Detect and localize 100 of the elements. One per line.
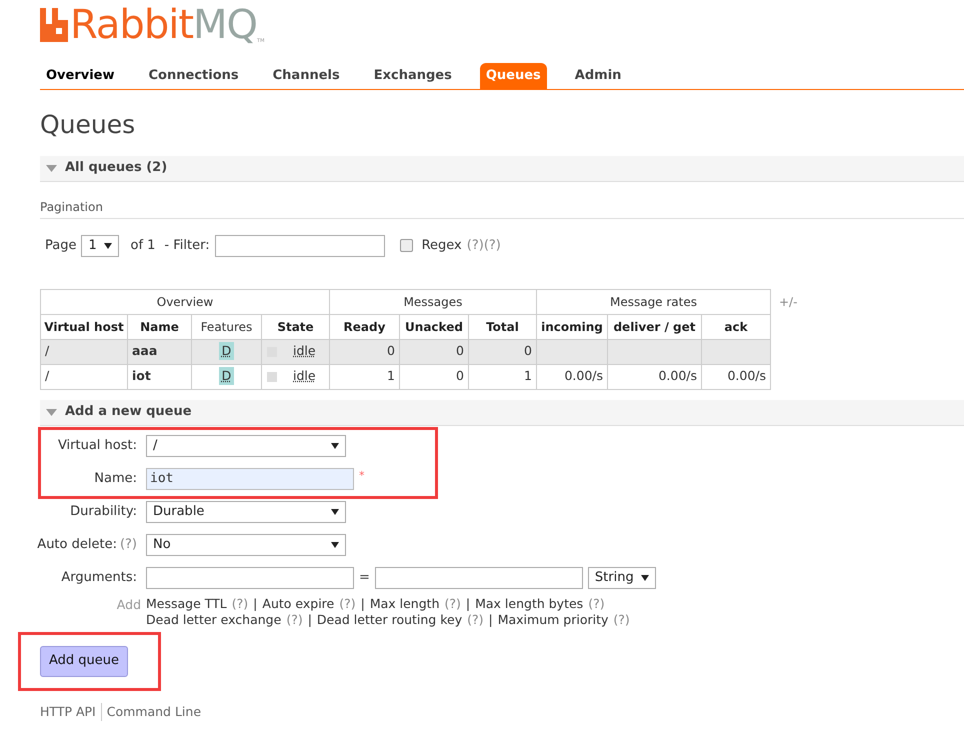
collapse-triangle-icon [46,164,57,172]
table-cell: 0 [400,364,468,389]
required-mark: * [359,468,364,484]
add-label: Add [116,596,141,614]
help-link[interactable]: (?) [484,236,501,256]
help-link[interactable]: (?) [339,596,356,612]
help-link[interactable]: (?) [466,236,484,256]
field-label: Arguments: [61,569,137,588]
collapse-triangle-icon [46,408,57,416]
column-header: Features [192,314,262,339]
help-link[interactable]: (?) [467,612,484,628]
help-link[interactable]: (?) [613,612,630,628]
separator: | [253,596,258,612]
column-header: Virtual host [40,314,128,339]
caret-icon [331,542,339,548]
argument-link[interactable]: Dead letter routing key [316,612,462,628]
help-link[interactable]: (?) [588,596,605,612]
queue-name[interactable]: aaa [128,339,192,364]
separator: | [466,596,470,612]
column-group-header: Overview [40,289,330,314]
help-link[interactable]: (?) [232,596,248,612]
page-select[interactable]: 1 [81,234,120,256]
column-group-header: Messages [330,289,536,314]
column-header: incoming [536,314,608,339]
nav-tab[interactable]: Channels [266,63,346,89]
table-cell: 1 [468,364,536,389]
field-label: Name: [94,470,137,488]
help-link[interactable]: (?) [286,612,303,628]
filter-input[interactable] [214,234,385,256]
argument-link[interactable]: Message TTL [146,596,227,612]
section-header[interactable]: Add a new queue [40,400,964,426]
column-header: Name [128,314,192,339]
argument-link[interactable]: Max length [370,596,440,612]
dropdown-select[interactable]: Durable [146,501,346,523]
nav-tab[interactable]: Connections [142,63,245,89]
nav-tab[interactable]: Exchanges [368,63,458,89]
section-title: All queues (2) [65,159,168,178]
columns-toggle[interactable]: +/- [779,292,798,310]
pagination-label: Pagination [40,198,964,218]
column-header: Unacked [400,314,468,339]
queue-row[interactable]: / iot D idle 1 0 1 0.00/s 0.00/s 0.00/s [40,364,770,389]
help-link[interactable]: (?) [120,535,137,555]
filter-label: - Filter: [164,236,210,255]
queue-row[interactable]: / aaa D idle 0 0 0 [40,339,770,364]
field-label: Durability: [70,503,137,522]
column-header: State [262,314,330,339]
queue-name[interactable]: iot [128,364,192,389]
column-group-header: Message rates [536,289,770,314]
table-cell: 0.00/s [702,364,770,389]
state-square-icon [267,372,277,382]
feature-badge: D [218,342,234,360]
separator: | [488,612,493,628]
name-input[interactable]: iot [146,468,354,490]
table-cell: 0.00/s [608,364,702,389]
section-header[interactable]: All queues (2) [40,156,964,182]
argument-key-input[interactable] [146,567,354,589]
table-cell: 0 [468,339,536,364]
table-cell: 1 [330,364,400,389]
caret-icon [104,242,112,248]
nav-tab[interactable]: Admin [568,63,628,89]
table-cell: 0 [330,339,400,364]
column-header: deliver / get [608,314,702,339]
help-link[interactable]: (?) [444,596,461,612]
table-cell: 0.00/s [536,364,608,389]
state-label: idle [293,342,316,360]
argument-link[interactable]: Max length bytes [475,596,584,612]
column-header: ack [702,314,770,339]
column-header: Ready [330,314,400,339]
regex-checkbox[interactable] [400,239,413,252]
feature-badge: D [218,367,234,386]
regex-label: Regex [422,236,462,255]
argument-type-select[interactable]: String [588,567,656,589]
table-cell: / [40,364,128,389]
column-header: Total [468,314,536,339]
equals-sign: = [359,569,370,588]
logo-mark-icon [40,8,68,42]
argument-link[interactable]: Auto expire [262,596,334,612]
footer-link[interactable]: Command Line [100,702,202,722]
page-title: Queues [40,109,136,141]
footer-link[interactable]: HTTP API [40,702,96,722]
caret-icon [640,575,649,581]
dropdown-select[interactable]: / [146,435,346,457]
state-label: idle [293,367,316,386]
page-count: of 1 [130,236,156,255]
logo-text: RabbitMQ [70,4,258,46]
separator: | [308,612,312,628]
field-label: Virtual host: [58,437,137,456]
field-label: Auto delete: [37,536,117,554]
argument-link[interactable]: Dead letter exchange [146,612,282,628]
page-label: Page [45,236,76,255]
caret-icon [331,509,339,515]
table-cell: 0 [400,339,468,364]
nav-tab[interactable]: Overview [40,63,121,89]
separator: | [360,596,365,612]
table-cell: / [40,339,128,364]
argument-value-input[interactable] [374,567,583,589]
dropdown-select[interactable]: No [146,534,346,556]
add-queue-button[interactable]: Add queue [40,646,128,676]
argument-link[interactable]: Maximum priority [498,612,608,628]
section-title: Add a new queue [65,403,192,422]
